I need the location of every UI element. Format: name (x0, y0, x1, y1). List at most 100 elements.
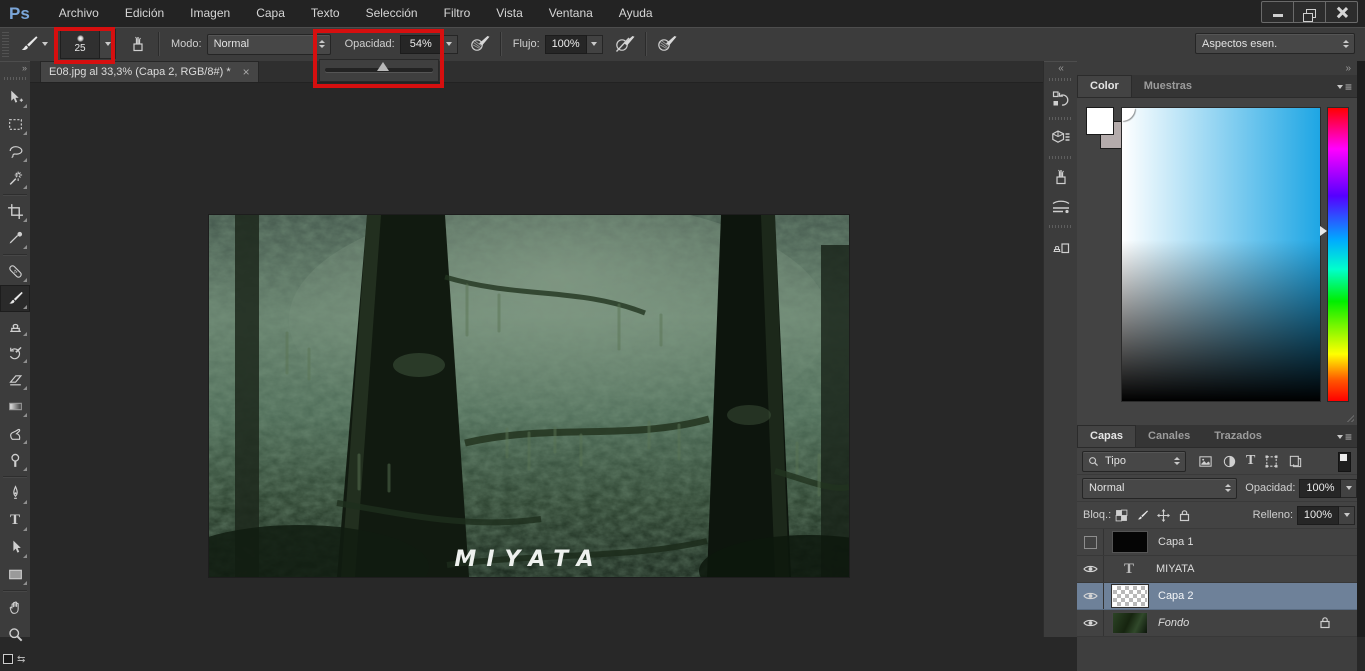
foreground-background-colors[interactable] (3, 654, 14, 665)
expand-dock-icon[interactable]: » (1077, 61, 1357, 75)
flow-dropdown-button[interactable] (586, 34, 603, 54)
opacity-value-field[interactable]: 54% (399, 34, 442, 54)
tool-rectangular-marquee[interactable] (0, 111, 30, 138)
visibility-toggle[interactable] (1077, 583, 1104, 609)
text-layer-thumbnail[interactable]: T (1112, 559, 1146, 579)
collapse-dock-icon[interactable]: « (1044, 61, 1078, 75)
layer-name[interactable]: Capa 1 (1158, 536, 1193, 548)
tab-capas[interactable]: Capas (1077, 425, 1137, 447)
layer-row-miyata[interactable]: T MIYATA (1077, 556, 1357, 583)
tool-history-brush[interactable] (0, 339, 30, 366)
menu-ayuda[interactable]: Ayuda (606, 0, 666, 27)
opacity-dropdown-button[interactable] (441, 34, 458, 54)
airbrush-button[interactable] (613, 32, 637, 56)
layer-name[interactable]: Capa 2 (1158, 590, 1193, 602)
tool-spot-healing-brush[interactable] (0, 258, 30, 285)
menu-texto[interactable]: Texto (298, 0, 353, 27)
dock-brush-presets-button[interactable] (1044, 192, 1078, 222)
layer-name[interactable]: Fondo (1158, 617, 1189, 629)
panel-resize-grip[interactable] (1344, 412, 1354, 422)
layer-filter-toggle[interactable] (1338, 452, 1351, 472)
tool-brush[interactable] (0, 285, 30, 312)
layer-opacity-field[interactable]: 100% (1299, 478, 1342, 498)
toolbar-expand-icon[interactable]: » (0, 61, 30, 75)
document-tab[interactable]: E08.jpg al 33,3% (Capa 2, RGB/8#) * × (40, 61, 259, 82)
tab-canales[interactable]: Canales (1136, 426, 1202, 447)
swap-colors-icon[interactable]: ⇆ (17, 654, 25, 665)
tool-rectangle-shape[interactable] (0, 561, 30, 588)
pressure-size-button[interactable] (655, 32, 679, 56)
tool-path-selection[interactable] (0, 534, 30, 561)
layer-fill-field[interactable]: 100% (1297, 505, 1339, 525)
filter-pixel-layers-icon[interactable] (1198, 454, 1213, 469)
brush-preset-dropdown-button[interactable] (100, 29, 116, 59)
opacity-slider-thumb[interactable] (377, 62, 390, 71)
tool-eyedropper[interactable] (0, 225, 30, 252)
hue-ramp-pointer[interactable] (1320, 226, 1327, 236)
dock-history-button[interactable] (1044, 84, 1078, 114)
lock-position-icon[interactable] (1157, 509, 1170, 522)
tool-hand[interactable] (0, 594, 30, 621)
dock-grip[interactable] (1049, 78, 1073, 81)
pressure-opacity-button[interactable] (468, 32, 492, 56)
dock-grip[interactable] (1049, 156, 1073, 159)
lock-transparency-icon[interactable] (1115, 509, 1128, 522)
layer-opacity-dropdown[interactable] (1341, 478, 1357, 498)
restore-button[interactable] (1294, 1, 1326, 23)
layer-fill-dropdown[interactable] (1339, 505, 1355, 525)
tool-lasso[interactable] (0, 138, 30, 165)
tab-close-icon[interactable]: × (243, 66, 250, 78)
saturation-brightness-picker[interactable] (1121, 107, 1321, 402)
visibility-toggle[interactable] (1077, 610, 1104, 636)
layer-blend-mode-select[interactable]: Normal (1082, 477, 1238, 499)
tool-dodge[interactable] (0, 447, 30, 474)
tool-type[interactable]: T (0, 507, 30, 534)
layer-row-capa2[interactable]: Capa 2 (1077, 583, 1357, 610)
lock-all-icon[interactable] (1178, 509, 1191, 522)
filter-smart-object-icon[interactable] (1288, 454, 1303, 469)
tool-crop[interactable] (0, 198, 30, 225)
tab-muestras[interactable]: Muestras (1132, 76, 1204, 97)
visibility-toggle[interactable] (1077, 529, 1104, 555)
layer-filter-select[interactable]: Tipo (1082, 450, 1186, 472)
filter-adjustment-layers-icon[interactable] (1222, 454, 1237, 469)
filter-type-layers-icon[interactable]: T (1246, 453, 1255, 469)
tool-zoom[interactable] (0, 621, 30, 648)
layer-thumbnail[interactable] (1112, 612, 1148, 634)
toggle-brush-panel-button[interactable] (126, 32, 150, 56)
menu-seleccion[interactable]: Selección (353, 0, 431, 27)
tab-trazados[interactable]: Trazados (1202, 426, 1274, 447)
dock-grip[interactable] (1049, 225, 1073, 228)
tool-move[interactable] (0, 84, 30, 111)
visibility-toggle[interactable] (1077, 556, 1104, 582)
layer-thumbnail[interactable] (1111, 584, 1149, 608)
tool-magic-wand[interactable] (0, 165, 30, 192)
layer-thumbnail[interactable] (1112, 531, 1148, 553)
workspace-select[interactable]: Aspectos esen. (1195, 33, 1355, 54)
layer-row-capa1[interactable]: Capa 1 (1077, 529, 1357, 556)
menu-filtro[interactable]: Filtro (431, 0, 484, 27)
blend-mode-select[interactable]: Normal (206, 33, 331, 55)
options-bar-grip[interactable] (2, 31, 9, 57)
color-panel-menu-button[interactable]: ≡ (1336, 80, 1352, 94)
layer-name[interactable]: MIYATA (1156, 563, 1195, 575)
brush-tool-chip[interactable] (15, 32, 52, 56)
toolbar-grip[interactable] (4, 77, 26, 80)
close-button[interactable] (1326, 1, 1358, 23)
tool-gradient[interactable] (0, 393, 30, 420)
menu-ventana[interactable]: Ventana (536, 0, 606, 27)
menu-imagen[interactable]: Imagen (177, 0, 243, 27)
dock-brush-settings-button[interactable] (1044, 162, 1078, 192)
layers-panel-menu-button[interactable]: ≡ (1336, 430, 1352, 444)
hue-ramp[interactable] (1327, 107, 1349, 402)
tool-eraser[interactable] (0, 366, 30, 393)
opacity-slider-track[interactable] (325, 62, 433, 72)
dock-grip[interactable] (1049, 117, 1073, 120)
menu-capa[interactable]: Capa (243, 0, 298, 27)
menu-edicion[interactable]: Edición (112, 0, 177, 27)
menu-vista[interactable]: Vista (483, 0, 535, 27)
tool-clone-stamp[interactable] (0, 312, 30, 339)
flow-value-field[interactable]: 100% (544, 34, 587, 54)
canvas[interactable]: MIYATA (209, 215, 849, 577)
tab-color[interactable]: Color (1077, 75, 1132, 97)
